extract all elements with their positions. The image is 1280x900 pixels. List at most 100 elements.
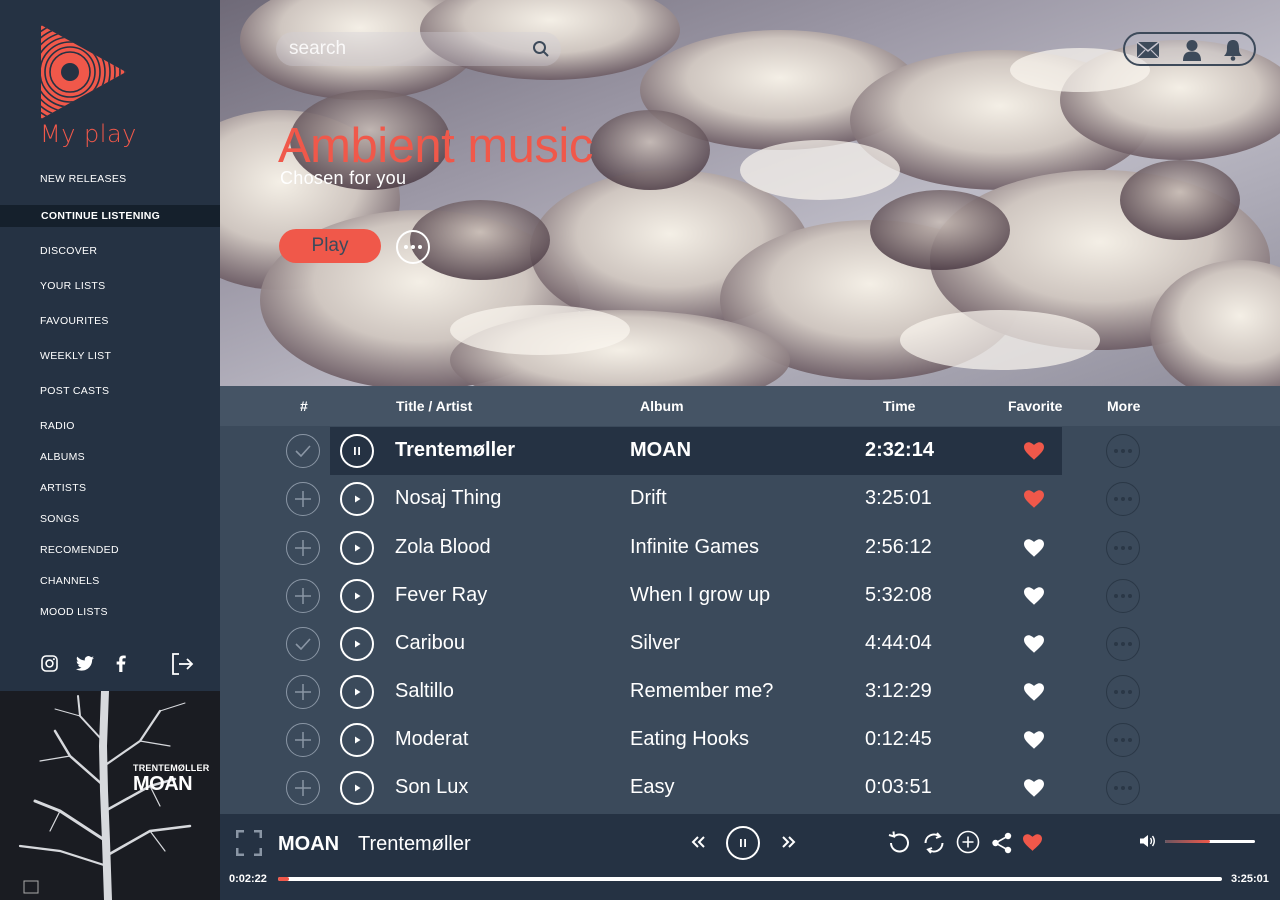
sidebar-item-artists[interactable]: ARTISTS	[0, 477, 220, 499]
search-icon[interactable]	[532, 40, 550, 58]
check-icon	[295, 638, 311, 650]
track-more-button[interactable]	[1106, 675, 1140, 709]
track-more-button[interactable]	[1106, 723, 1140, 757]
add-track-button[interactable]	[286, 482, 320, 516]
track-more-button[interactable]	[1106, 531, 1140, 565]
track-more-button[interactable]	[1106, 771, 1140, 805]
logout-icon[interactable]	[170, 652, 194, 676]
sidebar-item-continue-listening[interactable]: CONTINUE LISTENING	[0, 205, 220, 227]
track-more-button[interactable]	[1106, 482, 1140, 516]
favorite-heart-icon[interactable]	[1024, 442, 1044, 460]
total-duration: 3:25:01	[1231, 873, 1269, 885]
track-play-button[interactable]	[340, 627, 374, 661]
share-icon[interactable]	[991, 832, 1013, 854]
track-artist[interactable]: Son Lux	[395, 776, 468, 799]
instagram-icon[interactable]	[38, 652, 60, 674]
track-album[interactable]: Easy	[630, 776, 674, 799]
fullscreen-icon[interactable]	[236, 830, 262, 856]
facebook-icon[interactable]	[110, 652, 132, 674]
add-track-button[interactable]	[286, 771, 320, 805]
column-time[interactable]: Time	[883, 398, 915, 414]
sidebar-item-mood-lists[interactable]: MOOD LISTS	[0, 601, 220, 623]
replay-icon[interactable]	[886, 830, 912, 856]
track-play-button[interactable]	[340, 675, 374, 709]
player-favorite-heart-icon[interactable]	[1023, 834, 1042, 851]
track-album[interactable]: Silver	[630, 632, 680, 655]
track-artist[interactable]: Caribou	[395, 632, 465, 655]
play-icon	[355, 784, 361, 792]
favorite-heart-icon[interactable]	[1024, 635, 1044, 653]
favorite-heart-icon[interactable]	[1024, 683, 1044, 701]
track-artist[interactable]: Saltillo	[395, 680, 454, 703]
favorite-heart-icon[interactable]	[1024, 490, 1044, 508]
column-more[interactable]: More	[1107, 398, 1140, 414]
add-track-button[interactable]	[286, 531, 320, 565]
column-number[interactable]: #	[300, 398, 308, 414]
pause-button[interactable]	[726, 826, 760, 860]
track-play-button[interactable]	[340, 579, 374, 613]
favorite-heart-icon[interactable]	[1024, 731, 1044, 749]
sidebar-item-radio[interactable]: RADIO	[0, 415, 220, 437]
volume-icon[interactable]	[1140, 834, 1156, 848]
search-input[interactable]	[289, 37, 529, 61]
sidebar-item-post-casts[interactable]: POST CASTS	[0, 380, 220, 402]
sidebar-item-your-lists[interactable]: YOUR LISTS	[0, 275, 220, 297]
favorite-heart-icon[interactable]	[1024, 779, 1044, 797]
sidebar-item-recomended[interactable]: RECOMENDED	[0, 539, 220, 561]
sidebar-item-channels[interactable]: CHANNELS	[0, 570, 220, 592]
track-album[interactable]: Remember me?	[630, 680, 773, 703]
progress-bar[interactable]	[278, 877, 1222, 881]
favorite-heart-icon[interactable]	[1024, 539, 1044, 557]
hero-play-button[interactable]: Play	[279, 229, 381, 263]
volume-slider[interactable]	[1165, 840, 1255, 843]
track-album[interactable]: Drift	[630, 487, 667, 510]
hero-more-button[interactable]	[396, 230, 430, 264]
column-album[interactable]: Album	[640, 398, 684, 414]
column-favorite[interactable]: Favorite	[1008, 398, 1062, 414]
track-pause-button[interactable]	[340, 434, 374, 468]
track-play-button[interactable]	[340, 771, 374, 805]
previous-icon[interactable]	[691, 836, 705, 848]
sidebar-item-new-releases[interactable]: NEW RELEASES	[0, 168, 220, 190]
now-playing-album: MOAN	[278, 833, 340, 855]
next-icon[interactable]	[782, 836, 796, 848]
search-box	[276, 32, 561, 66]
sidebar-item-discover[interactable]: DISCOVER	[0, 240, 220, 262]
sidebar-item-weekly-list[interactable]: WEEKLY LIST	[0, 345, 220, 367]
bell-icon[interactable]	[1221, 39, 1245, 61]
add-track-button[interactable]	[286, 579, 320, 613]
favorite-heart-icon[interactable]	[1024, 587, 1044, 605]
track-play-button[interactable]	[340, 482, 374, 516]
track-artist[interactable]: Zola Blood	[395, 536, 491, 559]
track-artist[interactable]: Moderat	[395, 728, 468, 751]
track-album[interactable]: When I grow up	[630, 584, 770, 607]
track-more-button[interactable]	[1106, 579, 1140, 613]
logo-play-icon[interactable]	[38, 22, 130, 122]
track-album[interactable]: MOAN	[630, 439, 691, 462]
add-to-list-icon[interactable]	[956, 830, 980, 854]
sidebar-item-songs[interactable]: SONGS	[0, 508, 220, 530]
track-album[interactable]: Eating Hooks	[630, 728, 749, 751]
track-play-button[interactable]	[340, 531, 374, 565]
user-icon[interactable]	[1180, 39, 1204, 61]
track-time: 0:12:45	[865, 728, 932, 750]
added-check-button[interactable]	[286, 627, 320, 661]
track-more-button[interactable]	[1106, 434, 1140, 468]
sidebar-item-favourites[interactable]: FAVOURITES	[0, 310, 220, 332]
track-artist[interactable]: Trentemøller	[395, 439, 515, 462]
track-artist[interactable]: Nosaj Thing	[395, 487, 501, 510]
elapsed-time: 0:02:22	[229, 873, 267, 885]
column-title-artist[interactable]: Title / Artist	[396, 398, 472, 414]
added-check-button[interactable]	[286, 434, 320, 468]
track-play-button[interactable]	[340, 723, 374, 757]
track-album[interactable]: Infinite Games	[630, 536, 759, 559]
twitter-icon[interactable]	[74, 652, 96, 674]
mail-icon[interactable]	[1136, 39, 1160, 61]
repeat-icon[interactable]	[921, 830, 947, 856]
play-icon	[355, 640, 361, 648]
sidebar-item-albums[interactable]: ALBUMS	[0, 446, 220, 468]
track-artist[interactable]: Fever Ray	[395, 584, 487, 607]
track-more-button[interactable]	[1106, 627, 1140, 661]
add-track-button[interactable]	[286, 723, 320, 757]
add-track-button[interactable]	[286, 675, 320, 709]
